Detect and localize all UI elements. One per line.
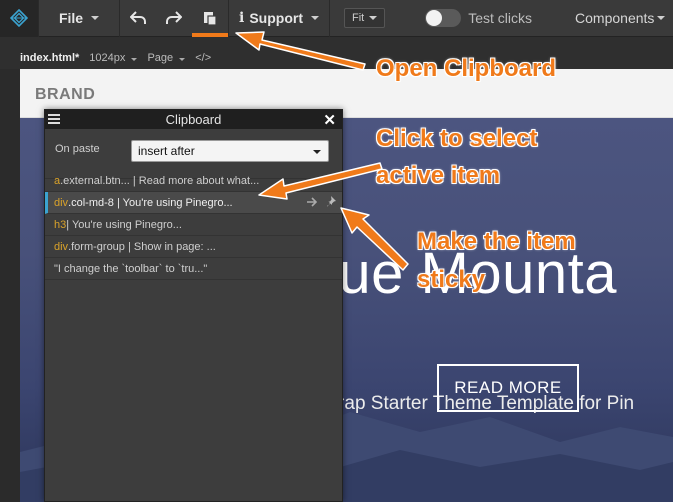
on-paste-selected-value: insert after [138, 144, 195, 158]
file-menu-button[interactable]: File [39, 0, 119, 37]
annotation-open-clipboard: Open Clipboard [376, 55, 556, 82]
page-width-label: 1024px [89, 52, 126, 64]
clipboard-item-tag: div [54, 196, 69, 209]
chevron-down-icon [131, 58, 138, 61]
on-paste-label: On paste [55, 143, 100, 155]
chevron-down-icon [179, 58, 186, 61]
clipboard-item-text: .form-group | Show in page: ... [68, 240, 216, 253]
support-menu-button[interactable]: i Support [229, 0, 329, 37]
clipboard-item-tag: h3 [54, 218, 67, 231]
chevron-down-icon [657, 16, 666, 20]
clipboard-item[interactable]: h3 | You're using Pinegro... [45, 214, 342, 236]
menu-icon[interactable] [48, 114, 60, 124]
components-menu-button[interactable]: Components [575, 10, 666, 26]
code-view-button[interactable]: </> [195, 52, 211, 64]
chevron-down-icon [310, 16, 319, 20]
chevron-down-icon [91, 16, 100, 20]
redo-icon [166, 11, 182, 24]
clipboard-item-active[interactable]: div .col-md-8 | You're using Pinegro... [45, 192, 342, 214]
clipboard-item[interactable]: a .external.btn... | Read more about what… [45, 170, 342, 192]
info-icon: i [239, 10, 245, 26]
clipboard-item-text: .external.btn... | Read more about what.… [60, 174, 260, 187]
chevron-down-icon [313, 150, 321, 154]
arrow-right-icon[interactable] [307, 196, 318, 207]
page-tab-row: index.html* 1024px Page </> [20, 52, 211, 64]
clipboard-header[interactable]: Clipboard ✕ [45, 110, 342, 129]
pinegrow-logo-icon[interactable] [0, 0, 38, 37]
clipboard-item[interactable]: div .form-group | Show in page: ... [45, 236, 342, 258]
annotation-sticky-line1: Make the item [417, 228, 576, 255]
components-menu-label: Components [575, 10, 655, 26]
test-clicks-toggle[interactable] [425, 9, 462, 27]
clipboard-item[interactable]: "I change the `toolbar` to `tru..." [45, 258, 342, 280]
clipboard-item-actions [307, 196, 337, 207]
site-brand[interactable]: BRAND [35, 86, 95, 104]
test-clicks-label: Test clicks [468, 10, 533, 26]
fit-dropdown[interactable]: Fit [344, 8, 386, 28]
annotation-select-line1: Click to select [376, 125, 538, 152]
clipboard-icon [204, 12, 217, 26]
read-more-button[interactable]: READ MORE [437, 364, 579, 412]
redo-button[interactable] [156, 0, 192, 37]
undo-icon [130, 11, 146, 24]
chevron-down-icon [369, 16, 378, 20]
clipboard-item-text: | You're using Pinegro... [66, 218, 182, 231]
clipboard-item-list: a .external.btn... | Read more about what… [45, 170, 342, 280]
annotation-select-line2: active item [376, 162, 501, 189]
undo-button[interactable] [120, 0, 156, 37]
clipboard-title: Clipboard [165, 112, 222, 127]
on-paste-select[interactable]: insert after [131, 140, 329, 162]
fit-label: Fit [352, 12, 365, 24]
clipboard-item-tag: div [54, 240, 69, 253]
close-icon[interactable]: ✕ [323, 111, 336, 129]
annotation-sticky-line2: sticky [417, 266, 486, 293]
main-toolbar: File i Support Fit Test clicks Component… [0, 0, 673, 37]
clipboard-button[interactable] [192, 0, 228, 37]
page-tab-filename[interactable]: index.html* [20, 52, 79, 64]
clipboard-panel: Clipboard ✕ On paste insert after a .exte… [44, 109, 343, 502]
page-menu-dropdown[interactable]: Page [147, 52, 186, 64]
pin-icon[interactable] [327, 196, 337, 207]
clipboard-item-text: .col-md-8 | You're using Pinegro... [68, 196, 233, 209]
page-width-dropdown[interactable]: 1024px [89, 52, 138, 64]
support-menu-label: Support [249, 10, 303, 26]
page-menu-label: Page [147, 52, 174, 64]
clipboard-item-text: "I change the `toolbar` to `tru..." [54, 262, 208, 275]
file-menu-label: File [58, 10, 84, 26]
